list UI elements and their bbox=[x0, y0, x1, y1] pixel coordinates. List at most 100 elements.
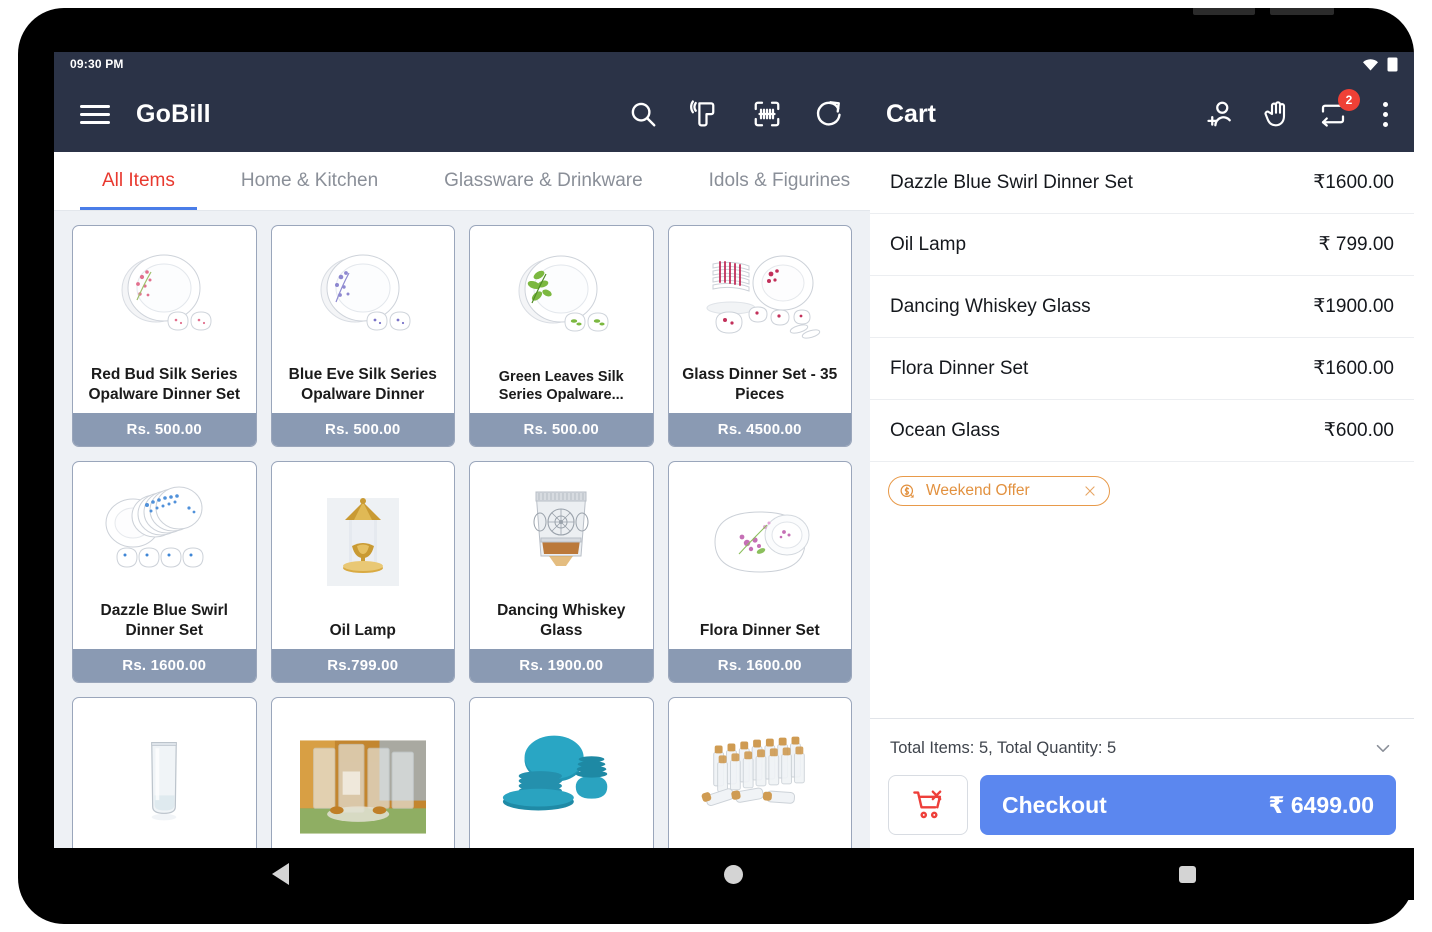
product-grid: Red Bud Silk Series Opalware Dinner Set … bbox=[54, 211, 870, 848]
teal-plastic-dinner-set-icon bbox=[503, 735, 608, 811]
product-card[interactable]: Pyramid Glass bbox=[270, 697, 455, 848]
cart-item-row[interactable]: Dancing Whiskey Glass ₹1900.00 bbox=[870, 276, 1414, 338]
volume-button[interactable] bbox=[1193, 8, 1255, 15]
recents-square-icon[interactable] bbox=[1179, 865, 1197, 883]
product-price: Rs. 500.00 bbox=[271, 413, 454, 446]
cart-item-name: Flora Dinner Set bbox=[890, 357, 1029, 379]
product-price: Rs. 1600.00 bbox=[668, 649, 851, 682]
product-image bbox=[73, 462, 256, 601]
product-card[interactable]: Polypropylene Dinner Set bbox=[469, 697, 654, 848]
product-name: Glass Dinner Set - 35 Pieces bbox=[682, 366, 838, 404]
dinner-set-red-rose-35pc-icon bbox=[706, 255, 820, 339]
offer-chip[interactable]: Weekend Offer bbox=[888, 476, 1110, 506]
product-name: Flora Dinner Set bbox=[699, 622, 820, 640]
device-screen: 09:30 PM GoBill All Items Home & Kitchen… bbox=[54, 52, 1414, 848]
cart-item-row[interactable]: Flora Dinner Set ₹1600.00 bbox=[870, 338, 1414, 400]
product-card[interactable]: Flora Dinner Set Rs. 1600.00 bbox=[667, 461, 852, 683]
cart-item-price: ₹1600.00 bbox=[1313, 172, 1394, 193]
tab-label: Home & Kitchen bbox=[240, 170, 379, 191]
cart-item-row[interactable]: Ocean Glass ₹600.00 bbox=[870, 400, 1414, 462]
tab-home-kitchen[interactable]: Home & Kitchen bbox=[219, 152, 400, 210]
cart-totals-label: Total Items: 5, Total Quantity: 5 bbox=[890, 738, 1117, 757]
product-price: Rs. 500.00 bbox=[470, 413, 653, 446]
product-price: Rs. 1600.00 bbox=[73, 649, 256, 682]
app-bar: GoBill bbox=[54, 76, 870, 152]
catalog-pane: GoBill All Items Home & Kitchen Glasswar… bbox=[54, 76, 870, 848]
back-triangle-icon[interactable] bbox=[271, 863, 289, 885]
tab-all-items[interactable]: All Items bbox=[80, 152, 197, 210]
offer-close-icon[interactable] bbox=[1083, 484, 1097, 498]
cart-item-name: Oil Lamp bbox=[890, 233, 967, 255]
cart-item-price: ₹600.00 bbox=[1323, 420, 1394, 441]
cart-actions: 2 bbox=[1206, 89, 1396, 129]
product-card[interactable]: Glass Dinner Set - 35 Pieces Rs. 4500.00 bbox=[667, 225, 852, 447]
product-name: Red Bud Silk Series Opalware Dinner Set bbox=[88, 366, 241, 404]
search-icon[interactable] bbox=[628, 99, 658, 129]
product-card[interactable]: Blue Eve Silk Series Opalware Dinner Rs.… bbox=[270, 225, 455, 447]
chevron-down-icon[interactable] bbox=[1372, 737, 1394, 759]
product-card[interactable]: Green Leaves Silk Series Opalware... Rs.… bbox=[469, 225, 654, 447]
product-image bbox=[272, 462, 455, 621]
product-price: Rs. 500.00 bbox=[73, 413, 256, 446]
barcode-scanner-gun-icon[interactable] bbox=[690, 99, 720, 129]
android-navigation-bar bbox=[54, 848, 1414, 900]
cork-stopper-bottles-icon bbox=[701, 736, 805, 807]
cart-item-row[interactable]: Dazzle Blue Swirl Dinner Set ₹1600.00 bbox=[870, 152, 1414, 214]
product-card[interactable]: Oil Lamp Rs.799.00 bbox=[270, 461, 455, 683]
tab-label: All Items bbox=[102, 170, 175, 191]
brass-oil-lamp-icon bbox=[326, 497, 399, 586]
whiskey-glass-etched-icon bbox=[533, 491, 589, 566]
add-customer-icon[interactable] bbox=[1206, 99, 1236, 129]
held-bills-badge: 2 bbox=[1338, 89, 1360, 111]
product-card[interactable]: Red Bud Silk Series Opalware Dinner Set … bbox=[72, 225, 257, 447]
tab-label: Glassware & Drinkware bbox=[444, 170, 643, 191]
product-price: Rs. 1900.00 bbox=[470, 649, 653, 682]
home-circle-icon[interactable] bbox=[724, 864, 744, 884]
checkout-amount: ₹ 6499.00 bbox=[1268, 791, 1374, 818]
dinner-set-green-leaves-icon bbox=[518, 255, 609, 332]
applied-offers-area: Weekend Offer bbox=[870, 462, 1414, 718]
offer-chip-label: Weekend Offer bbox=[926, 482, 1030, 499]
cart-item-price: ₹1900.00 bbox=[1313, 296, 1394, 317]
checkout-label: Checkout bbox=[1002, 791, 1107, 818]
cart-app-bar: Cart 2 bbox=[870, 76, 1414, 152]
cart-item-name: Dancing Whiskey Glass bbox=[890, 295, 1091, 317]
barcode-scan-frame-icon[interactable] bbox=[752, 99, 782, 129]
wifi-icon bbox=[1363, 58, 1378, 70]
power-button[interactable] bbox=[1270, 8, 1334, 15]
product-price: Rs.799.00 bbox=[271, 649, 454, 682]
cart-pane: Cart 2 Dazzle Blue Swirl Dinner Set ₹160… bbox=[870, 76, 1414, 848]
cart-item-price: ₹1600.00 bbox=[1313, 358, 1394, 379]
product-image bbox=[669, 462, 852, 621]
cart-item-row[interactable]: Oil Lamp ₹ 799.00 bbox=[870, 214, 1414, 276]
product-image bbox=[73, 226, 256, 365]
product-image bbox=[73, 698, 256, 848]
hold-hand-icon[interactable] bbox=[1262, 99, 1292, 129]
app-title: GoBill bbox=[136, 99, 211, 128]
tab-label: Idols & Figurines bbox=[708, 170, 851, 191]
held-bills-button[interactable]: 2 bbox=[1318, 89, 1360, 129]
refresh-sync-icon[interactable] bbox=[814, 99, 844, 129]
product-card[interactable]: Dancing Whiskey Glass Rs. 1900.00 bbox=[469, 461, 654, 683]
product-card[interactable]: Ocean Glass bbox=[72, 697, 257, 848]
flora-partition-plate-icon bbox=[714, 511, 810, 573]
status-indicators bbox=[1362, 57, 1398, 72]
clear-cart-button[interactable] bbox=[888, 775, 968, 835]
cart-item-price: ₹ 799.00 bbox=[1318, 234, 1394, 255]
cart-totals-row[interactable]: Total Items: 5, Total Quantity: 5 bbox=[888, 733, 1396, 763]
product-name: Oil Lamp bbox=[329, 622, 396, 640]
product-card[interactable]: Dazzle Blue Swirl Dinner Set Rs. 1600.00 bbox=[72, 461, 257, 683]
cart-overflow-menu-icon[interactable] bbox=[1374, 101, 1396, 127]
tab-glassware-drinkware[interactable]: Glassware & Drinkware bbox=[422, 152, 665, 210]
battery-icon bbox=[1387, 57, 1398, 71]
category-tab-bar: All Items Home & Kitchen Glassware & Dri… bbox=[54, 152, 870, 211]
product-image bbox=[669, 226, 852, 365]
hamburger-menu-icon[interactable] bbox=[80, 100, 110, 129]
cart-item-name: Ocean Glass bbox=[890, 419, 1000, 441]
product-card[interactable]: Glass Cork Stopper Bottles bbox=[667, 697, 852, 848]
status-time: 09:30 PM bbox=[70, 57, 124, 71]
checkout-button[interactable]: Checkout ₹ 6499.00 bbox=[980, 775, 1396, 835]
tab-idols-figurines[interactable]: Idols & Figurines bbox=[687, 152, 873, 210]
dinner-set-blue-floral-icon bbox=[320, 254, 411, 331]
pyramid-glass-tumblers-icon bbox=[299, 740, 426, 834]
